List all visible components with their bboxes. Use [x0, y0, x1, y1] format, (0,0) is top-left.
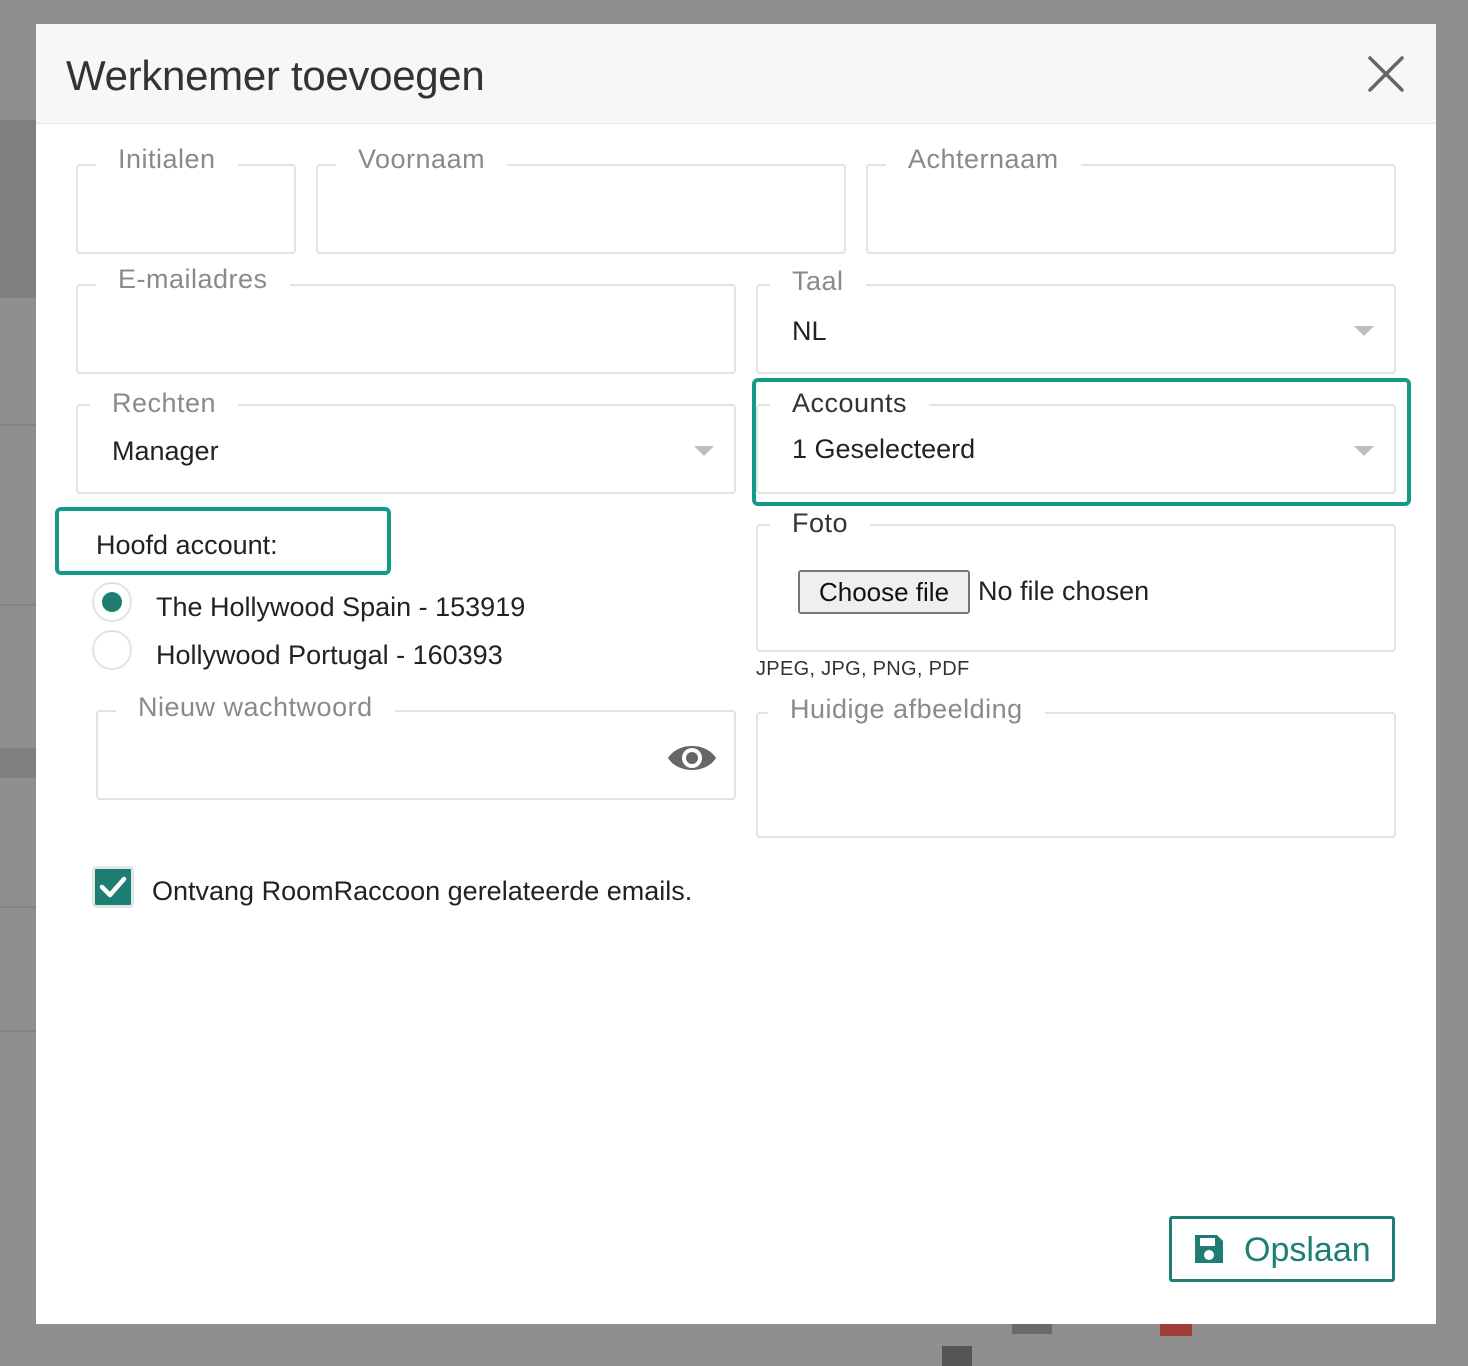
close-icon [1368, 56, 1404, 92]
photo-field: Foto Choose file No file chosen [756, 508, 1396, 652]
eye-icon[interactable] [666, 740, 718, 776]
current-image-label: Huidige afbeelding [768, 694, 1045, 725]
main-account-label: Hoofd account: [96, 530, 278, 560]
new-password-field[interactable]: Nieuw wachtwoord [96, 692, 736, 800]
new-password-label: Nieuw wachtwoord [116, 692, 395, 723]
first-name-label: Voornaam [336, 144, 508, 175]
last-name-field[interactable]: Achternaam [866, 144, 1396, 254]
close-button[interactable] [1366, 54, 1406, 94]
emails-checkbox[interactable] [92, 866, 134, 908]
file-status: No file chosen [978, 576, 1150, 606]
dialog-title: Werknemer toevoegen [66, 52, 485, 99]
email-field[interactable]: E-mailadres [76, 264, 736, 374]
chevron-down-icon [1354, 326, 1374, 336]
floppy-disk-icon [1195, 1235, 1223, 1263]
language-label: Taal [770, 266, 866, 297]
rights-value: Manager [112, 436, 219, 466]
language-value: NL [792, 316, 827, 346]
choose-file-button[interactable]: Choose file [798, 570, 970, 614]
rights-select[interactable]: Rechten Manager [76, 388, 736, 494]
save-button[interactable]: Opslaan [1169, 1216, 1395, 1282]
main-account-option-1: The Hollywood Spain - 153919 [156, 592, 526, 622]
chevron-down-icon [1354, 446, 1374, 456]
initials-field[interactable]: Initialen [76, 144, 296, 254]
current-image-field: Huidige afbeelding [756, 694, 1396, 838]
main-account-radio-1[interactable] [92, 582, 132, 622]
emails-checkbox-label: Ontvang RoomRaccoon gerelateerde emails. [152, 876, 693, 906]
add-employee-dialog: Werknemer toevoegen Initialen Voornaam A… [36, 24, 1436, 1324]
accounts-select[interactable]: Accounts 1 Geselecteerd [756, 388, 1396, 494]
language-select[interactable]: Taal NL [756, 266, 1396, 374]
email-label: E-mailadres [96, 264, 290, 295]
photo-label: Foto [770, 508, 871, 539]
first-name-field[interactable]: Voornaam [316, 144, 846, 254]
chevron-down-icon [694, 446, 714, 456]
dialog-header: Werknemer toevoegen [36, 24, 1436, 124]
accounts-value: 1 Geselecteerd [792, 434, 976, 464]
check-icon [99, 876, 127, 898]
main-account-option-2: Hollywood Portugal - 160393 [156, 640, 503, 670]
save-label: Opslaan [1244, 1231, 1371, 1269]
photo-format-hint: JPEG, JPG, PNG, PDF [756, 658, 970, 680]
main-account-radio-2[interactable] [92, 630, 132, 670]
accounts-label: Accounts [770, 388, 930, 419]
last-name-label: Achternaam [886, 144, 1081, 175]
rights-label: Rechten [90, 388, 239, 419]
initials-label: Initialen [96, 144, 238, 175]
